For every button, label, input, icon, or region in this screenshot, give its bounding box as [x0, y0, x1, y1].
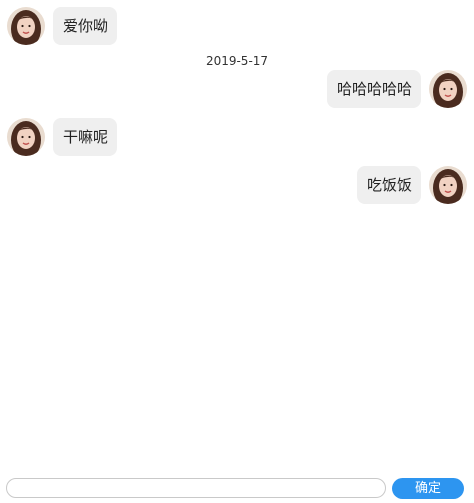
message-row: 哈哈哈哈哈	[326, 70, 467, 108]
message-bubble: 哈哈哈哈哈	[326, 70, 421, 108]
message-bubble: 吃饭饭	[356, 166, 421, 204]
message-input[interactable]	[6, 478, 386, 498]
message-row: 干嘛呢	[7, 118, 118, 156]
message-bubble: 爱你呦	[53, 7, 118, 45]
girl-avatar-icon	[429, 70, 467, 108]
send-button[interactable]: 确定	[392, 478, 464, 499]
date-divider: 2019-5-17	[205, 54, 269, 68]
avatar[interactable]	[429, 70, 467, 108]
chat-screen: 爱你呦 2019-5-17 哈哈哈哈哈 干嘛呢 吃饭饭 确定	[0, 0, 474, 503]
girl-avatar-icon	[7, 118, 45, 156]
message-row: 吃饭饭	[356, 166, 467, 204]
girl-avatar-icon	[429, 166, 467, 204]
avatar[interactable]	[7, 118, 45, 156]
avatar[interactable]	[429, 166, 467, 204]
girl-avatar-icon	[7, 7, 45, 45]
avatar[interactable]	[7, 7, 45, 45]
message-bubble: 干嘛呢	[53, 118, 118, 156]
message-row: 爱你呦	[7, 7, 118, 45]
